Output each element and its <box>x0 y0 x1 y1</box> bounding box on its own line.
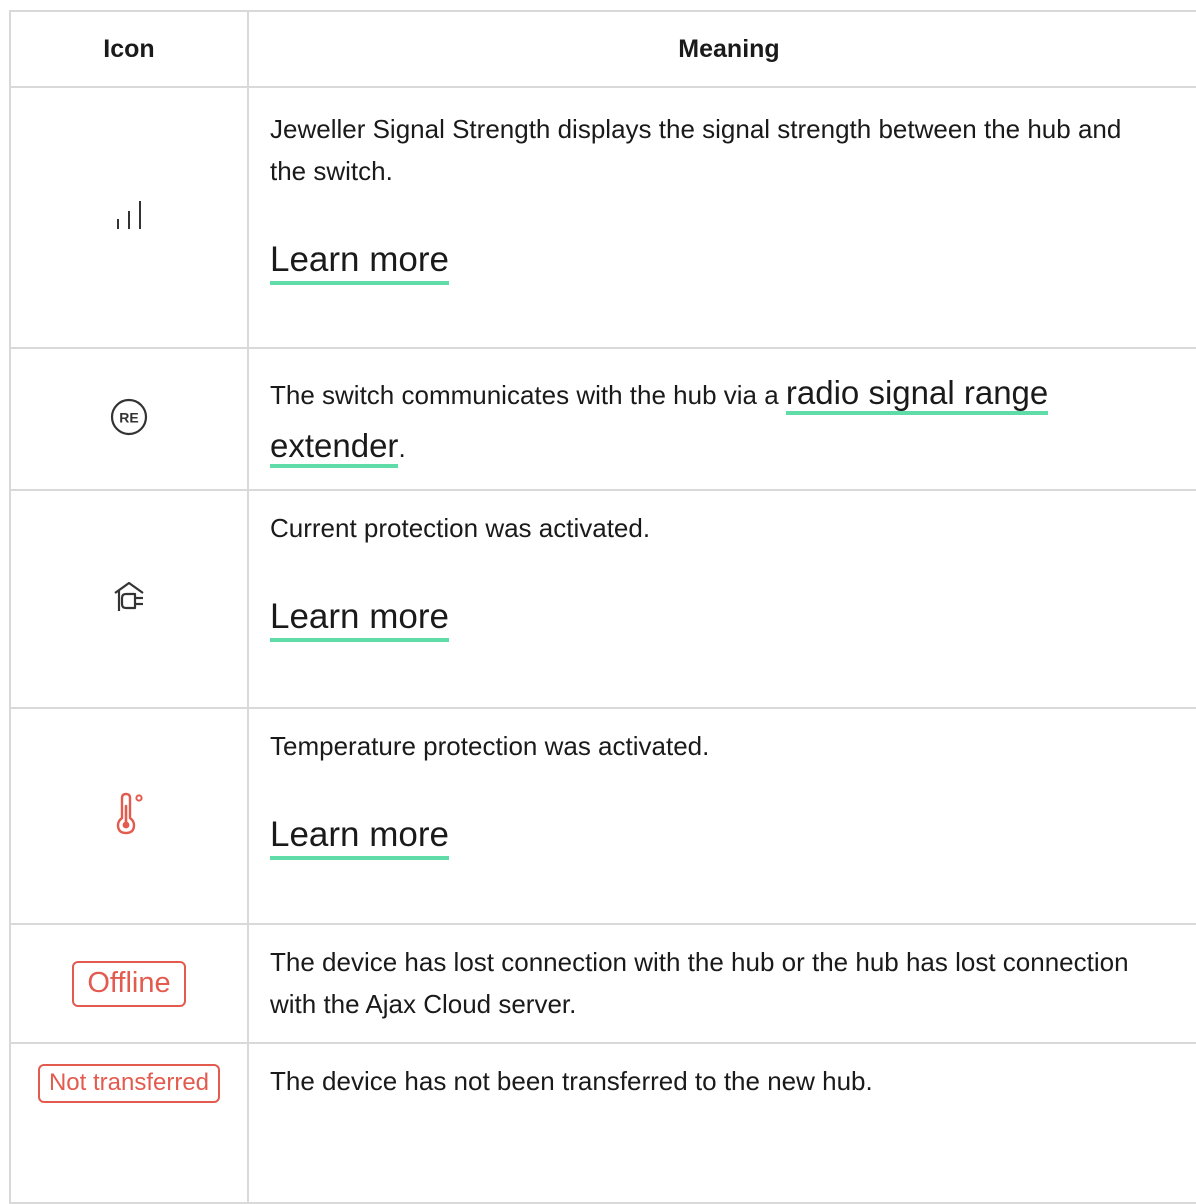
row-description: Current protection was activated. <box>270 513 651 543</box>
table-row: Temperature protection was activated. Le… <box>9 707 1196 925</box>
row-description: The device has not been transferred to t… <box>270 1066 873 1096</box>
icon-cell <box>9 489 249 709</box>
current-protection-icon <box>109 577 149 622</box>
thermometer-icon <box>109 792 149 841</box>
meaning-cell: The device has lost connection with the … <box>247 923 1196 1044</box>
not-transferred-badge: Not transferred <box>37 1064 221 1103</box>
row-description: Jeweller Signal Strength displays the si… <box>270 114 1122 186</box>
icon-meaning-table: Icon Meaning Jeweller Signal Strength di… <box>9 10 1196 1204</box>
header-meaning: Meaning <box>247 10 1196 88</box>
range-extender-icon: RE <box>109 397 149 442</box>
icon-cell: Not transferred <box>9 1042 249 1204</box>
table-row: Jeweller Signal Strength displays the si… <box>9 86 1196 349</box>
header-icon: Icon <box>9 10 249 88</box>
table-row: RE The switch communicates with the hub … <box>9 347 1196 491</box>
row-description-after: . <box>398 433 406 463</box>
icon-cell <box>9 86 249 349</box>
meaning-cell: Current protection was activated. Learn … <box>247 489 1196 709</box>
learn-more-link[interactable]: Learn more <box>270 815 449 860</box>
meaning-cell: The switch communicates with the hub via… <box>247 347 1196 491</box>
table-row: Current protection was activated. Learn … <box>9 489 1196 709</box>
row-description: The switch communicates with the hub via… <box>270 349 1149 475</box>
row-description-before: The switch communicates with the hub via… <box>270 380 786 410</box>
table-row: Offline The device has lost connection w… <box>9 923 1196 1044</box>
meaning-cell: Temperature protection was activated. Le… <box>247 707 1196 925</box>
icon-cell: Offline <box>9 923 249 1044</box>
learn-more-link[interactable]: Learn more <box>270 597 449 642</box>
row-description: Temperature protection was activated. <box>270 731 710 761</box>
table-row: Not transferred The device has not been … <box>9 1042 1196 1204</box>
icon-cell: RE <box>9 347 249 491</box>
row-description: The device has lost connection with the … <box>270 947 1129 1019</box>
icon-cell <box>9 707 249 925</box>
meaning-cell: Jeweller Signal Strength displays the si… <box>247 86 1196 349</box>
table-header-row: Icon Meaning <box>9 10 1196 88</box>
range-extender-icon-label: RE <box>119 409 138 425</box>
offline-badge: Offline <box>72 960 186 1007</box>
meaning-cell: The device has not been transferred to t… <box>247 1042 1196 1204</box>
learn-more-link[interactable]: Learn more <box>270 240 449 285</box>
signal-bars-icon <box>111 197 147 238</box>
